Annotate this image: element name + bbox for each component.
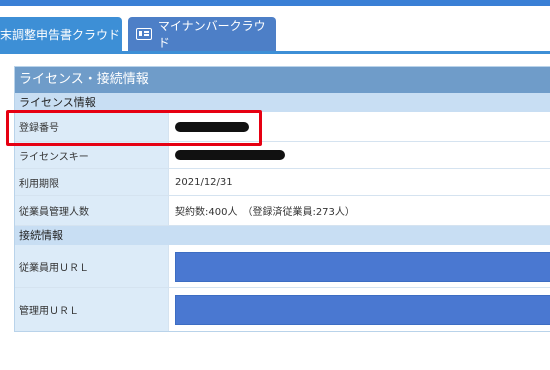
redaction-mark — [175, 150, 285, 160]
admin-url-value — [169, 288, 550, 331]
employee-url-value — [169, 245, 550, 287]
id-card-icon — [136, 28, 152, 40]
row-employee-count: 従業員管理人数 契約数:400人 （登録済従業員:273人） — [15, 196, 550, 226]
license-connection-panel: ライセンス・接続情報 ライセンス情報 登録番号 ライセンスキー 利用期限 202… — [14, 66, 550, 332]
admin-url-redacted[interactable] — [175, 295, 550, 325]
registration-number-highlight — [6, 110, 262, 146]
tab-mynumber-cloud[interactable]: マイナンバークラウド — [128, 17, 276, 51]
employee-count-value: 契約数:400人 （登録済従業員:273人） — [169, 196, 550, 225]
panel-title: ライセンス・接続情報 — [15, 67, 550, 93]
employee-url-redacted[interactable] — [175, 252, 550, 282]
row-label: 管理用ＵＲＬ — [15, 288, 169, 331]
row-label: 従業員用ＵＲＬ — [15, 245, 169, 287]
row-expiration: 利用期限 2021/12/31 — [15, 169, 550, 196]
section-connection-heading: 接続情報 — [15, 226, 550, 245]
expiration-value: 2021/12/31 — [169, 169, 550, 195]
tab-bar: 末調整申告書クラウド マイナンバークラウド — [0, 17, 550, 51]
tab-label: マイナンバークラウド — [157, 19, 266, 50]
row-label: 利用期限 — [15, 169, 169, 195]
row-license-key: ライセンスキー — [15, 142, 550, 169]
top-accent-bar — [0, 0, 550, 6]
tab-underline — [0, 51, 550, 54]
tab-year-end-adjustment[interactable]: 末調整申告書クラウド — [0, 17, 122, 51]
tab-label: 末調整申告書クラウド — [0, 27, 121, 42]
row-label: 従業員管理人数 — [15, 196, 169, 225]
row-employee-url: 従業員用ＵＲＬ — [15, 245, 550, 288]
row-admin-url: 管理用ＵＲＬ — [15, 288, 550, 331]
